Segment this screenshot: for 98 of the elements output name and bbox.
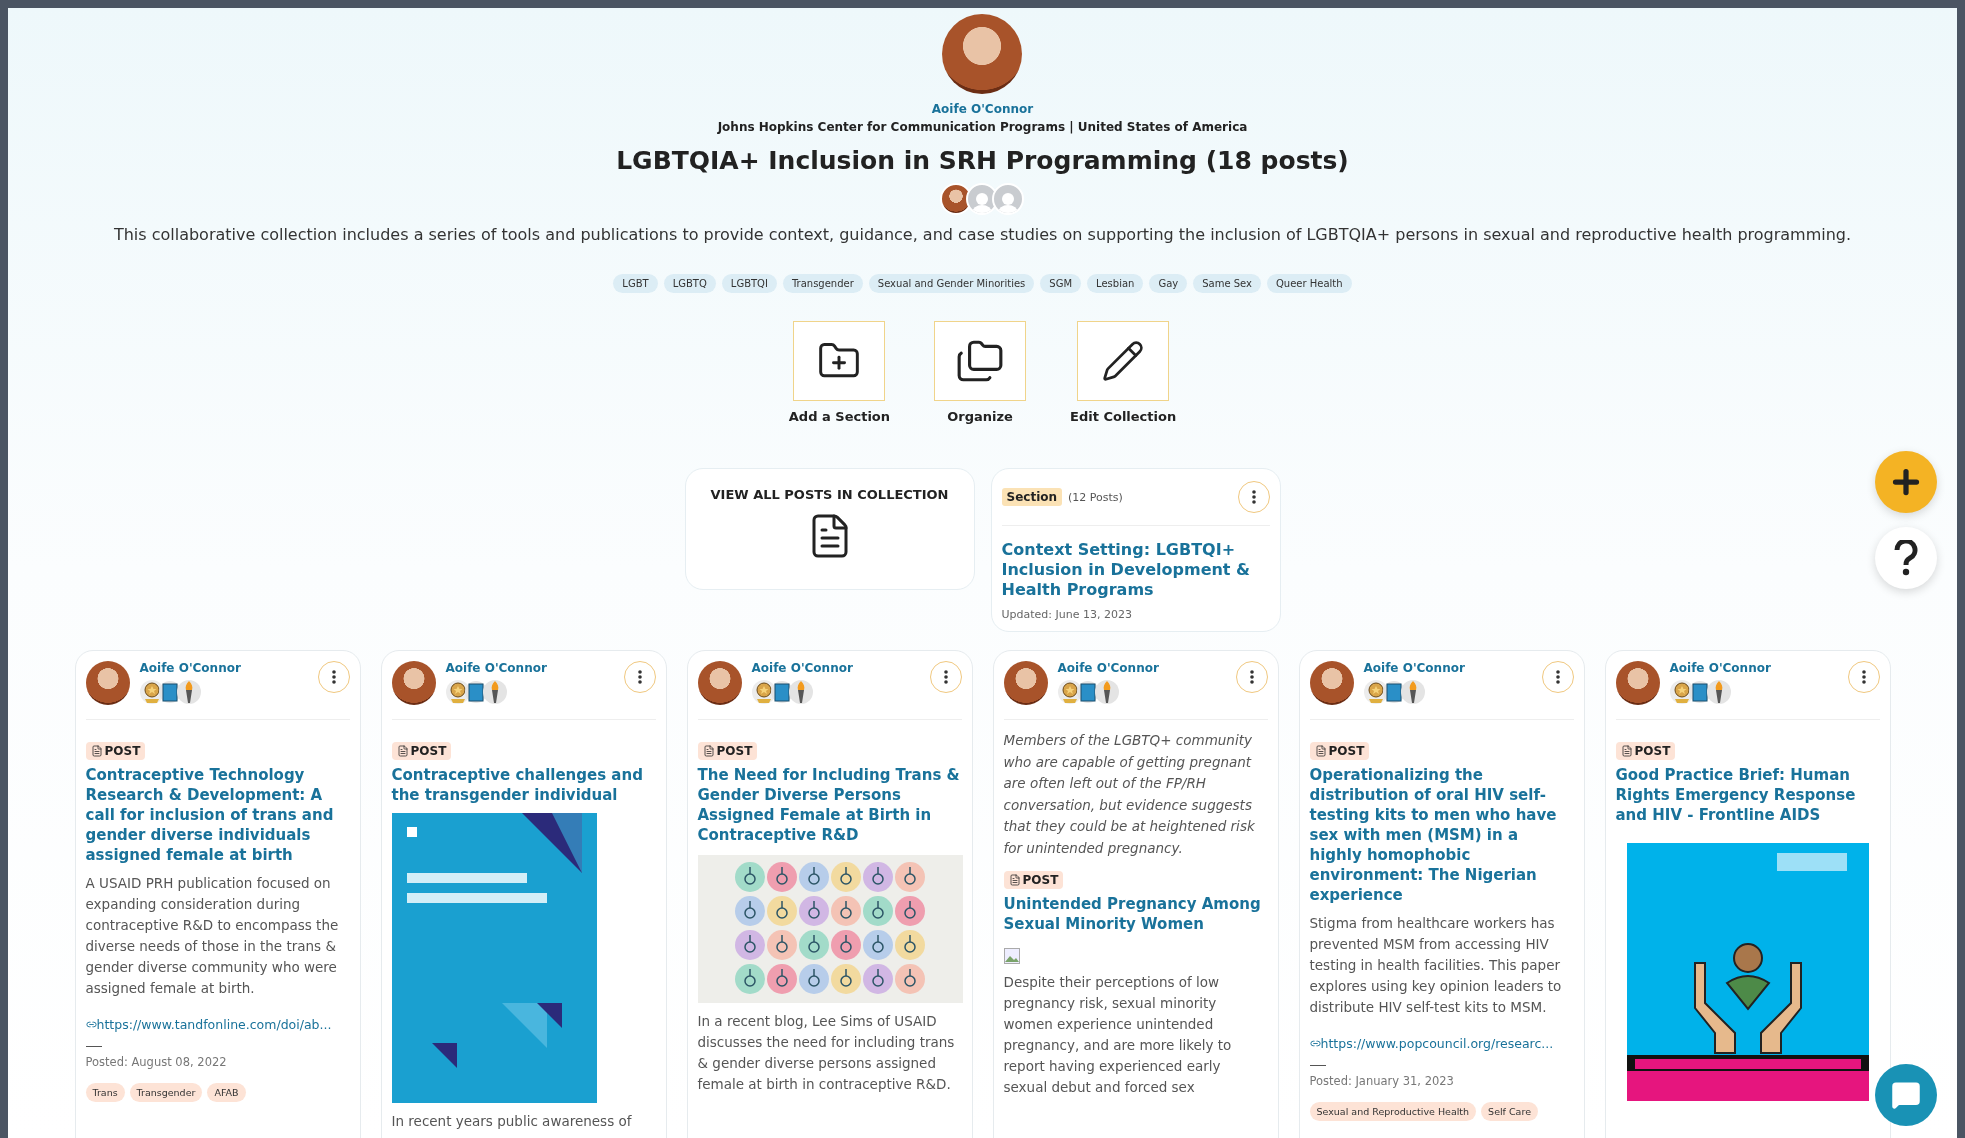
post-type: POST [1328, 744, 1365, 758]
post-title[interactable]: Contraceptive Technology Research & Development: A call for inclusion of trans and gender diverse individuals assigned female at birth [85, 765, 350, 865]
author-name[interactable]: Aoife O'Connor [1363, 661, 1532, 675]
post-description: Despite their perceptions of low pregnancy risk, sexual minority women experience unintended pregnancy, and are more likely to report having experienced early sexual debut and forced sex [1003, 973, 1233, 1097]
more-options-button[interactable] [929, 661, 962, 693]
topic-tag[interactable]: Gay [1149, 274, 1188, 293]
torch-icon [482, 679, 507, 705]
topic-tag[interactable]: LGBT [613, 274, 658, 293]
more-options-button[interactable] [1847, 661, 1880, 693]
post-type: POST [104, 744, 141, 758]
scroll-icon [464, 679, 487, 705]
avatar [697, 661, 742, 705]
document-icon [1008, 874, 1021, 886]
document-icon [1314, 745, 1327, 757]
post-type: POST [410, 744, 447, 758]
torch-icon [1400, 679, 1425, 705]
post-type: POST [1022, 873, 1059, 887]
avatar [1615, 661, 1660, 705]
scroll-icon [770, 679, 793, 705]
pencil-icon [1101, 339, 1146, 383]
kebab-icon [1249, 670, 1254, 684]
kebab-icon [637, 670, 642, 684]
post-title[interactable]: The Need for Including Trans & Gender Diverse Persons Assigned Female at Birth in Contraceptive R&D [697, 765, 962, 845]
post-description: In a recent blog, Lee Sims of USAID discusses the need for including trans & gender diverse persons assigned female at birth in contraceptive R&D. [697, 1012, 956, 1094]
post-link[interactable]: https://www.popcouncil.org/researc... [1309, 1036, 1574, 1051]
post-description: A USAID PRH publication focused on expanding consideration during contraceptive R&D to encompass the diverse needs of those in the trans & gender diverse community who were assigned female at birth. [85, 874, 340, 998]
link-icon [85, 1019, 97, 1030]
post-tag[interactable]: Transgender [129, 1083, 203, 1102]
post-tag[interactable]: Self Care [1481, 1102, 1538, 1121]
post-link[interactable]: https://www.tandfonline.com/doi/ab... [85, 1017, 350, 1032]
more-options-button[interactable] [1235, 661, 1268, 693]
author-name[interactable]: Aoife O'Connor [751, 661, 920, 675]
help-button[interactable] [1875, 527, 1937, 589]
section-label: Section [1001, 488, 1063, 506]
document-icon [702, 745, 715, 757]
author-name[interactable]: Aoife O'Connor [1669, 661, 1838, 675]
more-options-button[interactable] [1541, 661, 1574, 693]
avatar [1309, 661, 1354, 705]
post-tag[interactable]: AFAB [207, 1083, 246, 1102]
topic-tag[interactable]: Lesbian [1087, 274, 1144, 293]
topic-tag[interactable]: LGBTQ [663, 274, 716, 293]
torch-icon [788, 679, 813, 705]
affiliation: Johns Hopkins Center for Communication Programs | United States of America [717, 120, 1248, 134]
collection-description: This collaborative collection includes a series of tools and publications to provide context, guidance, and case studies on supporting the inclusion of LGBTQIA+ persons in sexual and reproductive health programming. [113, 225, 1852, 244]
post-title[interactable]: Operationalizing the distribution of oral HIV self-testing kits to men who have sex with men (MSM) in a highly homophobic environment: The Nigerian experience [1309, 765, 1574, 905]
author-name[interactable]: Aoife O'Connor [445, 661, 614, 675]
posted-date: Posted: January 31, 2023 [1309, 1074, 1455, 1088]
chat-icon [1891, 1080, 1921, 1110]
post-tag[interactable]: Trans [85, 1083, 125, 1102]
post-description: In recent years public awareness of [391, 1112, 633, 1131]
torch-icon [1094, 679, 1119, 705]
avatar [1003, 661, 1048, 705]
kebab-icon [1861, 670, 1866, 684]
broken-image-icon [1003, 948, 1020, 964]
topic-tag[interactable]: Transgender [782, 274, 863, 293]
kebab-icon [331, 670, 336, 684]
post-title[interactable]: Contraceptive challenges and the transgender individual [391, 765, 656, 805]
kebab-icon [1251, 490, 1256, 504]
link-icon [1309, 1038, 1321, 1049]
post-count: (12 Posts) [1068, 490, 1124, 504]
section-title[interactable]: Context Setting: LGBTQI+ Inclusion in Development & Health Programs [1001, 540, 1270, 600]
updated-date: Updated: June 13, 2023 [1001, 608, 1133, 621]
kebab-icon [1555, 670, 1560, 684]
topic-tag[interactable]: Same Sex [1193, 274, 1261, 293]
post-excerpt: Members of the LGBTQ+ community who are capable of getting pregnant are often left out of the FP/RH conversation, but evidence suggests that they could be at heightened risk for unintended pregnancy. [1003, 731, 1256, 858]
scroll-icon [158, 679, 181, 705]
avatar [391, 661, 436, 705]
author-name[interactable]: Aoife O'Connor [1057, 661, 1226, 675]
topic-tag[interactable]: LGBTQI [721, 274, 777, 293]
question-mark-icon [1894, 540, 1918, 576]
avatar [85, 661, 130, 705]
more-options-button[interactable] [1237, 481, 1270, 513]
post-description: Stigma from healthcare workers has prevented MSM from accessing HIV testing in health facilities. This paper explores using key opinion leaders to distribute HIV self-test kits to MSM. [1309, 914, 1563, 1017]
post-type: POST [1634, 744, 1671, 758]
topic-tag[interactable]: Sexual and Gender Minorities [868, 274, 1035, 293]
add-button[interactable] [1875, 451, 1937, 513]
post-type: POST [716, 744, 753, 758]
topic-tag[interactable]: SGM [1040, 274, 1082, 293]
document-icon [1620, 745, 1633, 757]
document-icon [396, 745, 409, 757]
more-options-button[interactable] [317, 661, 350, 693]
torch-icon [1706, 679, 1731, 705]
more-options-button[interactable] [623, 661, 656, 693]
scroll-icon [1688, 679, 1711, 705]
post-title[interactable]: Good Practice Brief: Human Rights Emergency Response and HIV - Frontline AIDS [1615, 765, 1880, 825]
view-all-posts-button[interactable]: VIEW ALL POSTS IN COLLECTION [684, 468, 975, 590]
scroll-icon [1076, 679, 1099, 705]
posted-date: Posted: August 08, 2022 [85, 1055, 228, 1069]
author-name[interactable]: Aoife O'Connor [139, 661, 308, 675]
collection-title: LGBTQIA+ Inclusion in SRH Programming (18 posts) [616, 146, 1349, 175]
author-name[interactable]: Aoife O'Connor [931, 102, 1034, 116]
post-tag[interactable]: Sexual and Reproductive Health [1309, 1102, 1477, 1121]
post-title[interactable]: Unintended Pregnancy Among Sexual Minority Women [1003, 894, 1268, 934]
kebab-icon [943, 670, 948, 684]
topic-tag[interactable]: Queer Health [1267, 274, 1352, 293]
torch-icon [176, 679, 201, 705]
scroll-icon [1382, 679, 1405, 705]
document-icon [90, 745, 103, 757]
